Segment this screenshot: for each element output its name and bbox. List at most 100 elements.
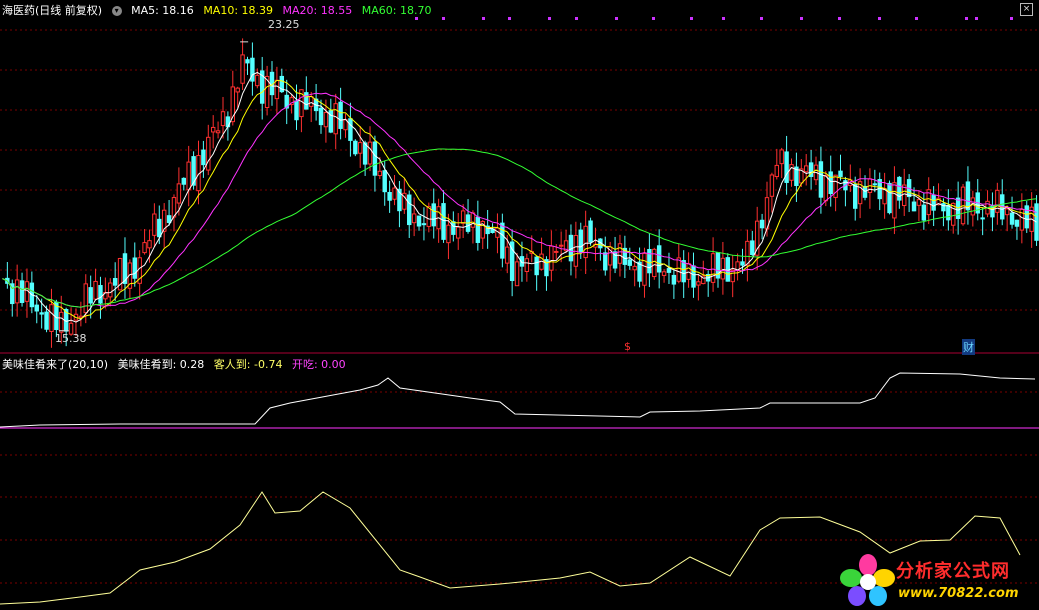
candle-body <box>14 279 20 304</box>
close-icon: × <box>1022 4 1031 14</box>
candle-body <box>456 226 461 239</box>
event-dot <box>838 17 841 20</box>
candle-body <box>578 229 583 253</box>
candle-body <box>83 283 88 314</box>
candle-body <box>411 213 417 224</box>
candle-body <box>774 164 780 178</box>
candle-body <box>980 217 985 220</box>
candle-body <box>803 165 809 173</box>
event-dot <box>722 17 725 20</box>
candle-body <box>505 246 510 264</box>
indicator-value-1: 美味佳肴到: 0.28 <box>117 358 205 371</box>
ma60-label: MA60: 18.70 <box>361 4 432 17</box>
flower-logo-icon <box>840 554 895 606</box>
ma10-line <box>2 79 1037 320</box>
candle-body <box>441 203 446 240</box>
candle-body <box>348 118 353 141</box>
candle-body <box>132 257 137 279</box>
candle-body <box>421 223 427 226</box>
candle-body <box>34 304 39 312</box>
indicator-value-3: 开吃: 0.00 <box>291 358 346 371</box>
candle-body <box>98 285 103 304</box>
ma20-label: MA20: 18.55 <box>282 4 353 17</box>
event-dot <box>878 17 881 20</box>
dot-markers <box>415 17 1013 20</box>
candle-body <box>691 265 696 288</box>
candle-body <box>946 204 951 221</box>
event-dot <box>548 17 551 20</box>
event-dot <box>690 17 693 20</box>
candle-body <box>181 177 187 185</box>
candle-body <box>353 140 358 155</box>
event-dot <box>915 17 918 20</box>
candle-body <box>759 219 765 229</box>
candle-body <box>588 220 593 243</box>
candle-body <box>358 142 363 154</box>
candle-body <box>852 183 858 209</box>
candle-body <box>500 222 505 259</box>
candle-body <box>392 187 397 200</box>
collapse-icon[interactable]: ▾ <box>111 6 122 16</box>
event-dot <box>508 17 511 20</box>
candle-body <box>769 174 775 197</box>
candle-body <box>19 280 25 303</box>
candle-body <box>671 274 677 285</box>
candle-body <box>308 96 314 107</box>
candle-body <box>39 312 44 315</box>
high-price-label: 23.25 <box>268 18 300 31</box>
candle-body <box>632 265 637 271</box>
candle-body <box>431 203 436 227</box>
stock-title[interactable]: 海医药(日线 前复权) <box>2 4 102 17</box>
candle-body <box>887 182 892 214</box>
event-dot <box>975 17 978 20</box>
watermark: 分析家公式网 www.70822.com <box>840 553 1036 607</box>
candle-body <box>965 181 971 211</box>
chart-canvas[interactable] <box>0 0 1039 610</box>
candle-body <box>784 151 789 183</box>
event-dot <box>442 17 445 20</box>
candle-body <box>49 304 54 332</box>
candle-body <box>274 79 280 100</box>
candle-body <box>377 170 383 177</box>
candle-body <box>382 170 387 193</box>
candle-body <box>995 189 1000 213</box>
candle-body <box>255 74 260 87</box>
candle-body <box>647 249 652 274</box>
candle-body <box>470 212 476 228</box>
candle-body <box>245 59 250 64</box>
indicator-legend: 美味佳肴来了(20,10) 美味佳肴到: 0.28 客人到: -0.74 开吃:… <box>2 356 352 372</box>
candle-body <box>524 258 530 273</box>
candle-body <box>157 218 162 238</box>
candle-body <box>407 194 412 226</box>
candle-body <box>235 87 240 93</box>
candle-body <box>1004 208 1010 216</box>
candle-body <box>142 242 147 254</box>
candle-body <box>147 240 152 249</box>
candle-body <box>931 194 936 211</box>
candle-body <box>617 243 623 264</box>
candle-body <box>823 175 829 202</box>
candle-body <box>603 252 608 271</box>
candle-body <box>210 126 216 133</box>
event-dot <box>615 17 618 20</box>
event-marker-finance[interactable]: 财 <box>962 339 975 355</box>
candle-body <box>240 54 245 84</box>
candle-body <box>372 141 378 176</box>
event-dot <box>800 17 803 20</box>
candle-body <box>426 206 432 227</box>
candle-body <box>627 259 632 266</box>
candle-body <box>294 100 299 121</box>
candle-body <box>514 261 520 287</box>
event-marker-s[interactable]: $ <box>624 340 631 353</box>
candle-body <box>215 130 221 134</box>
candle-body <box>88 287 93 304</box>
candle-body <box>558 244 564 247</box>
indicator-line-1 <box>0 372 1036 428</box>
indicator-value-2: 客人到: -0.74 <box>213 358 283 371</box>
indicator-name: 美味佳肴来了(20,10) <box>2 358 109 371</box>
event-dot <box>965 17 968 20</box>
candle-body <box>534 256 539 276</box>
candle-body <box>554 250 559 253</box>
candle-body <box>720 257 726 280</box>
window-toggle-button[interactable]: × <box>1020 3 1033 16</box>
